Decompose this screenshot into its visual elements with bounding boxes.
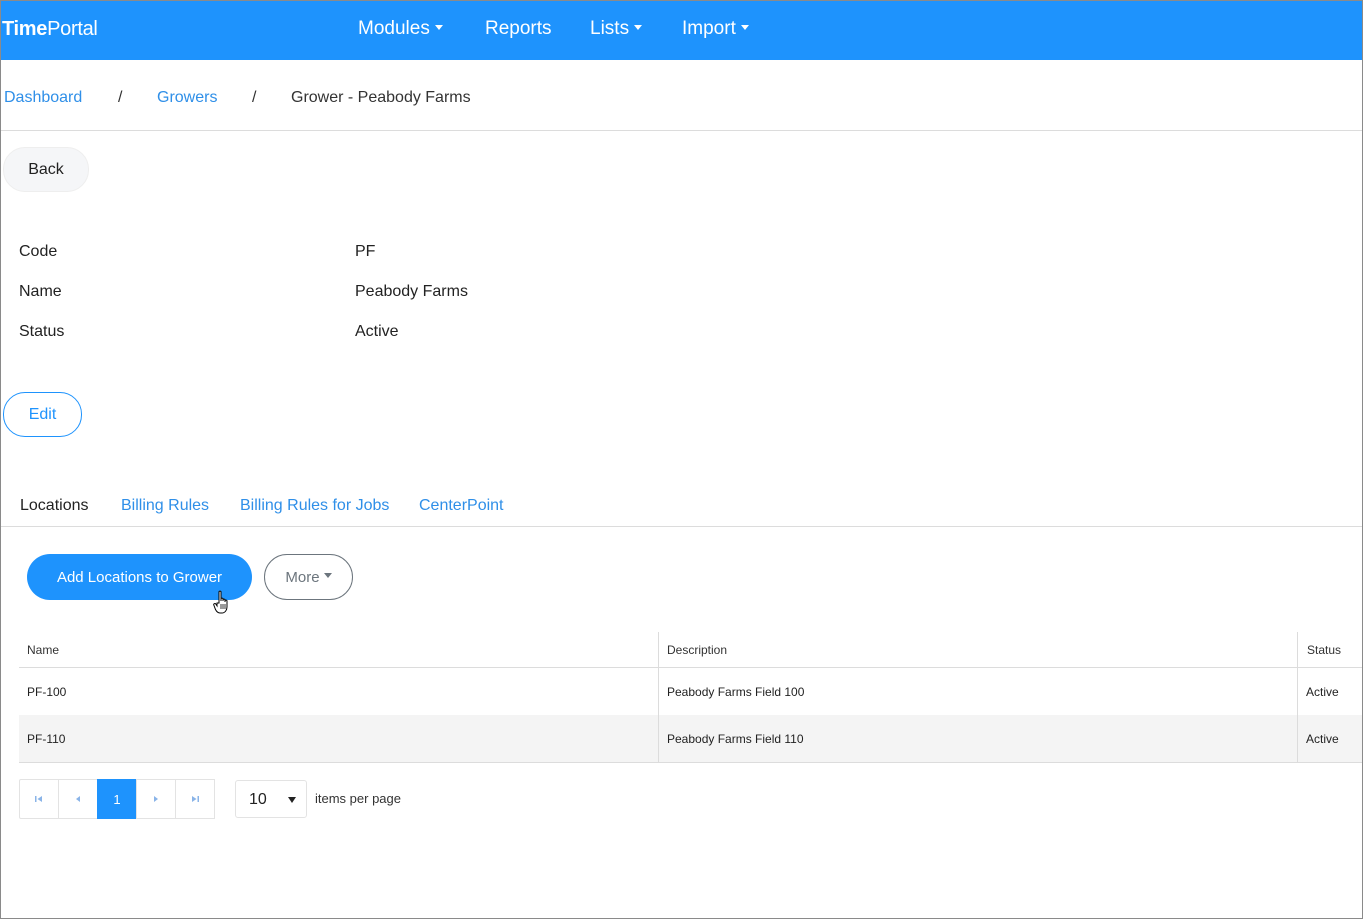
breadcrumb-separator: / <box>118 89 123 106</box>
nav-modules[interactable]: Modules <box>358 18 443 40</box>
top-navbar: TimePortal Modules Reports Lists Import <box>1 1 1362 60</box>
chevron-down-icon <box>740 24 749 30</box>
edit-button[interactable]: Edit <box>3 392 82 437</box>
prev-page-icon <box>76 796 80 802</box>
detail-label-status: Status <box>19 323 65 340</box>
nav-import-label: Import <box>682 18 736 39</box>
last-page-button[interactable] <box>175 779 215 819</box>
nav-import[interactable]: Import <box>682 18 749 40</box>
pager: 1 <box>19 779 215 819</box>
first-page-button[interactable] <box>19 779 59 819</box>
brand-light: Portal <box>47 18 98 40</box>
nav-lists[interactable]: Lists <box>590 18 643 40</box>
breadcrumb-separator: / <box>252 89 257 106</box>
tab-bar: Locations Billing Rules Billing Rules fo… <box>1 485 1362 527</box>
nav-reports-label: Reports <box>485 18 552 39</box>
back-button[interactable]: Back <box>3 147 89 192</box>
page-button-current[interactable]: 1 <box>97 779 137 819</box>
column-header-description[interactable]: Description <box>659 632 1298 668</box>
page-size-value: 10 <box>249 791 267 808</box>
items-per-page-label: items per page <box>315 791 401 806</box>
chevron-down-icon <box>434 24 443 30</box>
prev-page-button[interactable] <box>58 779 98 819</box>
chevron-down-icon <box>634 24 643 30</box>
dropdown-arrow-icon <box>288 797 296 803</box>
table-row[interactable]: PF-100 Peabody Farms Field 100 Active <box>19 668 1362 715</box>
detail-label-code: Code <box>19 243 58 260</box>
nav-reports[interactable]: Reports <box>485 18 552 40</box>
cell-description: Peabody Farms Field 110 <box>667 731 804 746</box>
breadcrumb-dashboard[interactable]: Dashboard <box>4 89 82 107</box>
cell-name: PF-110 <box>27 731 66 746</box>
table-row[interactable]: PF-110 Peabody Farms Field 110 Active <box>19 715 1362 762</box>
cell-status: Active <box>1306 684 1339 699</box>
cell-description: Peabody Farms Field 100 <box>667 684 805 699</box>
cell-status: Active <box>1306 731 1339 746</box>
more-dropdown-button[interactable]: More <box>264 554 353 600</box>
column-divider[interactable] <box>1297 632 1298 762</box>
page-size-select[interactable]: 10 <box>235 780 307 818</box>
chevron-down-icon <box>323 573 332 578</box>
locations-grid: Name Description Status PF-100 Peabody F… <box>19 632 1362 763</box>
brand-bold: Time <box>2 18 48 40</box>
first-page-icon <box>35 796 42 802</box>
breadcrumb-current: Grower - Peabody Farms <box>291 89 471 106</box>
nav-modules-label: Modules <box>358 18 430 39</box>
tab-locations[interactable]: Locations <box>20 497 89 515</box>
brand-logo[interactable]: TimePortal <box>2 18 98 41</box>
tab-centerpoint[interactable]: CenterPoint <box>419 497 504 515</box>
next-page-button[interactable] <box>136 779 176 819</box>
tab-billing-rules[interactable]: Billing Rules <box>121 497 209 515</box>
next-page-icon <box>154 796 158 802</box>
detail-value-status: Active <box>355 323 399 340</box>
more-label: More <box>285 568 320 586</box>
hand-pointer-icon <box>213 590 233 616</box>
detail-value-name: Peabody Farms <box>355 283 468 300</box>
breadcrumb-growers[interactable]: Growers <box>157 89 217 107</box>
last-page-icon <box>192 796 199 802</box>
tab-billing-rules-for-jobs[interactable]: Billing Rules for Jobs <box>240 497 389 515</box>
column-header-name[interactable]: Name <box>19 632 658 668</box>
grid-header: Name Description Status <box>19 632 1362 668</box>
detail-label-name: Name <box>19 283 62 300</box>
column-header-status[interactable]: Status <box>1299 632 1362 668</box>
detail-value-code: PF <box>355 243 376 260</box>
cell-name: PF-100 <box>27 684 67 699</box>
nav-lists-label: Lists <box>590 18 630 39</box>
breadcrumb: Dashboard / Growers / Grower - Peabody F… <box>1 61 1362 131</box>
column-divider[interactable] <box>658 632 659 762</box>
